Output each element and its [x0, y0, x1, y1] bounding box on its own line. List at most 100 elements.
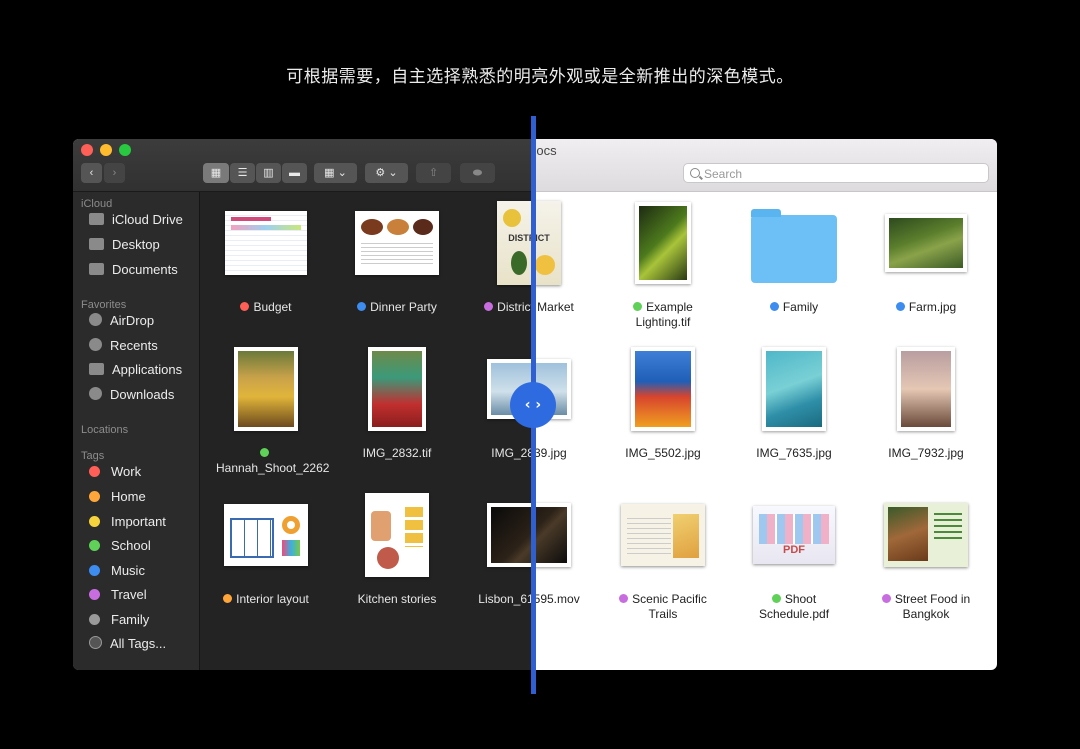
schedule-grid [759, 514, 829, 544]
file-name-text: IMG_5502.jpg [625, 446, 701, 460]
sidebar-item-school[interactable]: School [89, 537, 151, 555]
sidebar-item-label: Applications [112, 362, 183, 377]
sidebar-item-label: Downloads [110, 387, 175, 402]
document-thumbnail [355, 211, 439, 275]
sidebar-item-label: AirDrop [110, 313, 155, 328]
trail-map [673, 514, 699, 558]
sidebar-item-family[interactable]: Family [89, 611, 149, 629]
tag-dot-icon [633, 302, 643, 311]
file-name-text: District Market [497, 300, 534, 314]
sidebar-item-applications[interactable]: Applications [89, 361, 182, 379]
sidebar-item-work[interactable]: Work [89, 463, 141, 481]
floor-plan [230, 518, 274, 558]
gallery-view-button[interactable]: ▬ [282, 163, 307, 183]
folder-tab [751, 209, 781, 217]
sidebar-item-icloud-drive[interactable]: iCloud Drive [89, 211, 183, 229]
sidebar-item-label: Important [111, 514, 166, 529]
thumb-lemons [405, 507, 423, 547]
document-thumbnail [365, 493, 429, 577]
sidebar-item-airdrop[interactable]: AirDrop [89, 312, 154, 330]
file-name-text: IMG_2839.jpg [491, 446, 534, 460]
file-name: IMG_7635.jpg [734, 446, 854, 461]
sidebar-item-home[interactable]: Home [89, 488, 146, 506]
sidebar-item-all-tags[interactable]: All Tags... [89, 635, 166, 653]
document-thumbnail: DISTRICT [497, 201, 534, 285]
pdf-label: PDF [783, 544, 805, 556]
tag-dot-icon [223, 594, 233, 603]
thumb-text-lines [361, 243, 433, 267]
tag-dot-icon [484, 302, 494, 311]
tag-color-icon [89, 516, 100, 527]
list-view-button[interactable]: ☰ [230, 163, 255, 183]
file-name: Family [734, 300, 854, 315]
sidebar-item-important[interactable]: Important [89, 513, 166, 531]
tag-color-icon [89, 491, 100, 502]
forward-button[interactable]: › [104, 163, 125, 183]
caption: 可根据需要，自主选择熟悉的明亮外观或是全新推出的深色模式。 [286, 67, 794, 87]
sidebar-item-label: School [111, 538, 151, 553]
column-view-button[interactable]: ▥ [256, 163, 281, 183]
sheet-bar [231, 225, 301, 230]
sidebar-item-desktop[interactable]: Desktop [89, 236, 160, 254]
file-name: IMG_7932.jpg [866, 446, 986, 461]
file-name: IMG_2832.tif [337, 446, 457, 461]
file-name-text: Street Food in Bangkok [894, 592, 971, 621]
sidebar-item-recents[interactable]: Recents [89, 337, 158, 355]
airdrop-icon [89, 313, 102, 326]
tag-dot-icon [240, 302, 250, 311]
sidebar-item-label: Desktop [112, 237, 160, 252]
tag-color-icon [89, 614, 100, 625]
tag-button[interactable]: ⬬ [460, 163, 495, 183]
cloud-icon [89, 213, 104, 225]
file-name: IMG_2839.jpg [469, 446, 534, 461]
desktop-icon [89, 238, 104, 250]
share-button[interactable]: ⇧ [416, 163, 451, 183]
action-button[interactable]: ⚙ ⌄ [365, 163, 408, 183]
tag-dot-icon [357, 302, 367, 311]
close-button[interactable] [81, 144, 93, 156]
photo-thumbnail [368, 347, 426, 431]
file-name-text: Lisbon_61595.mov [478, 592, 534, 606]
group-button[interactable]: ▦ ⌄ [314, 163, 357, 183]
zoom-button[interactable] [119, 144, 131, 156]
sidebar-item-label: Recents [110, 338, 158, 353]
file-name-text: Interior layout [236, 592, 309, 606]
sidebar-item-documents[interactable]: Documents [89, 261, 178, 279]
thumb-jar [377, 547, 399, 569]
photo-thumbnail [487, 503, 534, 567]
downloads-icon [89, 387, 102, 400]
photo-thumbnail [635, 202, 691, 284]
sidebar-item-downloads[interactable]: Downloads [89, 386, 174, 404]
file-name-text: Budget [253, 300, 292, 314]
tag-dot-icon [895, 302, 905, 311]
file-name-text: IMG_7932.jpg [888, 446, 964, 460]
sidebar-item-music[interactable]: Music [89, 562, 145, 580]
sidebar-item-label: Work [111, 464, 142, 479]
thumb-fruit [535, 255, 555, 275]
photo-thumbnail [631, 347, 695, 431]
sidebar-item-label: iCloud Drive [112, 212, 183, 227]
tag-color-icon [89, 565, 100, 576]
tag-color-icon [89, 589, 100, 600]
file-name: District Market [469, 300, 534, 315]
photo-thumbnail [885, 214, 967, 272]
icon-view-button[interactable]: ▦ [203, 163, 229, 183]
file-name-text: Family [782, 300, 819, 314]
file-name: IMG_5502.jpg [603, 446, 723, 461]
search-input[interactable]: Search [683, 163, 989, 183]
file-name: Dinner Party [337, 300, 457, 315]
tag-dot-icon [881, 594, 891, 603]
back-button[interactable]: ‹ [81, 163, 102, 183]
tag-dot-icon [769, 302, 779, 311]
thumb-image [413, 219, 433, 235]
sidebar-header-icloud: iCloud [81, 198, 113, 210]
color-swatches [282, 540, 300, 556]
donut-chart [282, 516, 300, 534]
tag-color-icon [89, 466, 100, 477]
minimize-button[interactable] [100, 144, 112, 156]
comparison-slider-handle[interactable]: ‹ › [510, 382, 556, 428]
sidebar-item-travel[interactable]: Travel [89, 586, 147, 604]
file-name: Budget [206, 300, 326, 315]
sidebar: iCloud iCloud Drive Desktop Documents Favori… [73, 192, 200, 670]
sidebar-item-label: Travel [111, 587, 147, 602]
